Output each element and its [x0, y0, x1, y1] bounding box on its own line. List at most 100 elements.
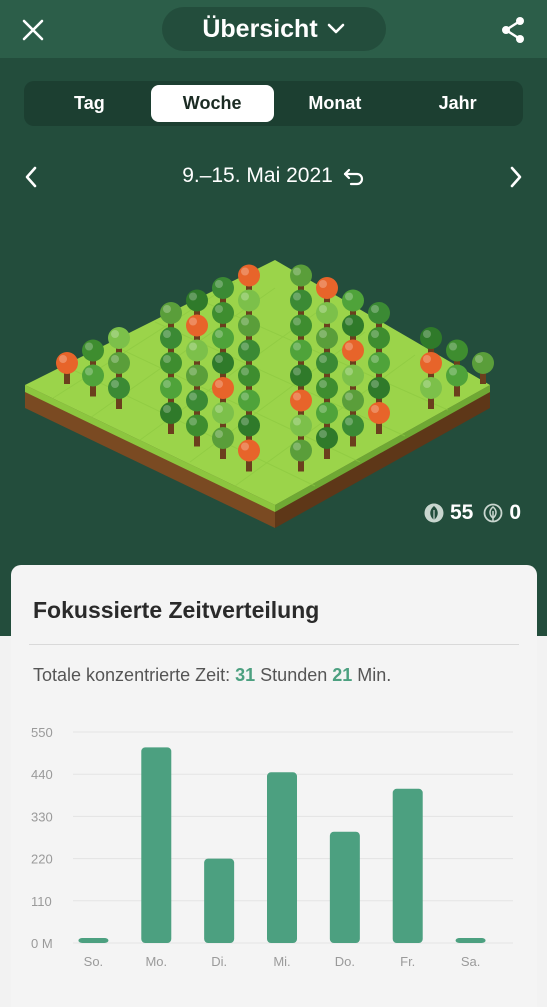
- withered-leaf-icon: [483, 503, 503, 523]
- tree-crown: [108, 377, 130, 399]
- tree-crown: [290, 389, 312, 412]
- tree-highlight: [241, 342, 249, 351]
- tree-highlight: [345, 317, 353, 326]
- tree-highlight: [371, 330, 379, 338]
- tree-crown: [212, 427, 234, 449]
- tree-highlight: [293, 417, 301, 426]
- tree-highlight: [111, 355, 119, 363]
- forest-illustration: [25, 260, 494, 528]
- tree-highlight: [241, 367, 249, 376]
- tree-highlight: [59, 355, 67, 363]
- tree-highlight: [345, 292, 353, 301]
- share-icon: [502, 17, 524, 43]
- tree-highlight: [241, 292, 249, 301]
- tree-crown: [238, 389, 260, 412]
- tree-highlight: [85, 367, 93, 376]
- share-button[interactable]: [496, 13, 530, 47]
- tree-crown: [290, 264, 312, 287]
- y-tick-label: 220: [31, 852, 53, 867]
- tab-month[interactable]: Monat: [274, 85, 397, 122]
- tree-crown: [316, 402, 338, 424]
- y-tick-label: 330: [31, 809, 53, 824]
- tree-crown: [316, 277, 338, 299]
- hours-unit: Stunden: [260, 665, 328, 685]
- page-title: Übersicht: [202, 14, 318, 43]
- bar-di[interactable]: [204, 858, 235, 943]
- bar-do[interactable]: [329, 831, 360, 943]
- tree-highlight: [293, 342, 301, 351]
- tree-highlight: [163, 405, 171, 413]
- tree-crown: [368, 352, 390, 374]
- tree-crown: [160, 327, 182, 349]
- leaf-icon: [424, 503, 444, 523]
- tree-crown: [212, 377, 234, 399]
- tree-highlight: [449, 367, 457, 376]
- tree-highlight: [293, 367, 301, 376]
- tree-highlight: [293, 292, 301, 301]
- tree-crown: [446, 364, 468, 387]
- date-range: 9.–15. Mai 2021: [182, 164, 333, 187]
- x-tick-label: Do.: [335, 954, 355, 969]
- x-tick-label: Fr.: [400, 954, 415, 969]
- alive-count-item: 55: [424, 501, 473, 525]
- tree-highlight: [241, 392, 249, 401]
- tree-crown: [108, 352, 130, 374]
- tree-crown: [342, 389, 364, 412]
- tree-crown: [82, 339, 104, 362]
- tree-crown: [290, 364, 312, 387]
- x-tick-label: Di.: [211, 954, 227, 969]
- bar-mo[interactable]: [141, 747, 172, 943]
- next-button[interactable]: [501, 162, 531, 192]
- tree-highlight: [215, 330, 223, 338]
- tree-crown: [342, 289, 364, 312]
- tree-crown: [316, 427, 338, 449]
- tree-highlight: [423, 330, 431, 338]
- close-icon: [22, 19, 44, 41]
- tree-crown: [290, 314, 312, 337]
- tree-highlight: [241, 442, 249, 451]
- divider: [29, 644, 519, 645]
- bar-fr[interactable]: [392, 788, 423, 943]
- bar-sa[interactable]: [455, 938, 486, 943]
- bar-so[interactable]: [78, 938, 109, 943]
- tab-year[interactable]: Jahr: [396, 85, 519, 122]
- period-tabs: Tag Woche Monat Jahr: [24, 81, 523, 126]
- close-button[interactable]: [16, 13, 50, 47]
- tab-day[interactable]: Tag: [28, 85, 151, 122]
- tree-highlight: [423, 380, 431, 388]
- tree-highlight: [189, 392, 197, 401]
- tree-crown: [186, 339, 208, 362]
- tree-crown: [238, 314, 260, 337]
- view-selector[interactable]: Übersicht: [162, 7, 386, 51]
- tree-crown: [290, 439, 312, 462]
- tree-crown: [160, 402, 182, 424]
- tab-week[interactable]: Woche: [150, 85, 274, 122]
- tree-crown: [108, 327, 130, 349]
- undo-icon[interactable]: [343, 166, 365, 186]
- tree-highlight: [293, 442, 301, 451]
- tree-crown: [238, 339, 260, 362]
- tree-crown: [212, 302, 234, 324]
- tree-crown: [186, 414, 208, 437]
- y-tick-label: 110: [31, 894, 52, 909]
- tree-highlight: [241, 267, 249, 276]
- x-tick-label: Mo.: [145, 954, 167, 969]
- bar-mi[interactable]: [267, 772, 297, 943]
- tree-highlight: [371, 305, 379, 313]
- tree-crown: [186, 389, 208, 412]
- tree-crown: [342, 314, 364, 337]
- tree-crown: [316, 327, 338, 349]
- tree-highlight: [111, 330, 119, 338]
- tree-crown: [186, 364, 208, 387]
- tree-crown: [212, 352, 234, 374]
- tree-highlight: [423, 355, 431, 363]
- tree-crown: [420, 352, 442, 374]
- tree-highlight: [189, 317, 197, 326]
- y-tick-label: 0 M: [31, 936, 53, 951]
- tree-crown: [368, 327, 390, 349]
- tree-crown: [238, 264, 260, 287]
- tree-crown: [238, 414, 260, 437]
- tree-crown: [420, 377, 442, 399]
- card-title: Fokussierte Zeitverteilung: [33, 597, 320, 623]
- tree-highlight: [215, 305, 223, 313]
